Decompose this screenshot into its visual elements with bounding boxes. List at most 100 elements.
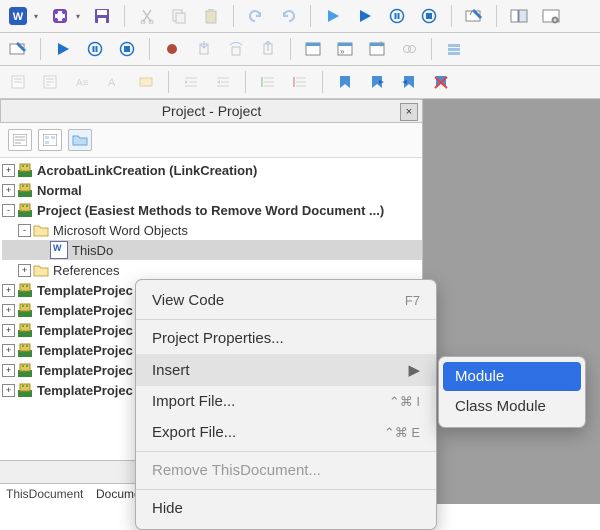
expand-toggle[interactable]: + [2,304,15,317]
expand-toggle[interactable]: + [2,184,15,197]
svg-text:A: A [108,77,116,89]
panel-title-bar: Project - Project × [0,99,422,123]
list-properties-icon[interactable] [6,70,30,94]
view-code-icon[interactable] [8,129,32,151]
dropdown-icon[interactable]: ▾ [34,12,38,21]
clear-bookmarks-icon[interactable] [429,70,453,94]
project-explorer-icon[interactable] [507,4,531,28]
cut-icon [135,4,159,28]
svg-text:»: » [340,47,345,56]
outdent-icon[interactable] [211,70,235,94]
context-menu-item: Remove ThisDocument... [136,455,436,486]
menu-label: Insert [152,362,190,379]
quick-watch-icon[interactable] [397,37,421,61]
tree-label: Project (Easiest Methods to Remove Word … [37,203,384,218]
context-menu-item[interactable]: Project Properties... [136,323,436,354]
view-mode-row [0,123,422,158]
tree-node[interactable]: +Normal [2,180,422,200]
tree-node[interactable]: ThisDo [2,240,422,260]
expand-toggle[interactable]: + [18,264,31,277]
context-menu-item[interactable]: Hide [136,493,436,524]
comment-block-icon[interactable] [256,70,280,94]
document-icon [50,241,68,259]
context-menu-item[interactable]: Export File...⌃⌘ E [136,417,436,448]
toolbar-debug: » ! [0,33,600,66]
redo-icon [276,4,300,28]
menu-label: Remove ThisDocument... [152,462,321,479]
locals-window-icon[interactable] [301,37,325,61]
expand-toggle[interactable]: + [2,164,15,177]
menu-label: Module [455,368,504,385]
context-menu-item[interactable]: Insert ▶ [136,354,436,386]
tree-node[interactable]: - Project (Easiest Methods to Remove Word… [2,200,422,220]
step-into-icon[interactable] [192,37,216,61]
expand-toggle[interactable]: + [2,344,15,357]
tree-label: AcrobatLinkCreation (LinkCreation) [37,163,257,178]
design-mode-icon[interactable] [462,4,486,28]
step-out-icon[interactable] [256,37,280,61]
menu-label: Hide [152,500,183,517]
stop-icon[interactable] [417,4,441,28]
menu-label: View Code [152,292,224,309]
toggle-bookmark-icon[interactable] [333,70,357,94]
run-alt-icon[interactable] [353,4,377,28]
context-menu-item[interactable]: Import File...⌃⌘ I [136,386,436,417]
editor-area [423,99,600,504]
paste-icon [199,4,223,28]
step-over-icon[interactable] [224,37,248,61]
property-type: Docume [96,487,141,501]
uncomment-block-icon[interactable] [288,70,312,94]
expand-toggle[interactable]: + [2,324,15,337]
context-menu-item[interactable]: View CodeF7 [136,285,436,316]
quick-info-icon[interactable]: A≡ [70,70,94,94]
save-icon[interactable] [90,4,114,28]
submenu-item[interactable]: Module [443,362,581,391]
indent-icon[interactable] [179,70,203,94]
menu-label: Import File... [152,393,235,410]
properties-window-icon[interactable] [539,4,563,28]
menu-label: Export File... [152,424,236,441]
tree-label: References [53,263,119,278]
panel-title: Project - Project [162,103,262,119]
tree-label: TemplateProjec [37,383,133,398]
tree-label: ThisDo [72,243,113,258]
parameter-info-icon[interactable]: A [102,70,126,94]
expand-toggle[interactable]: + [2,364,15,377]
immediate-window-icon[interactable]: » [333,37,357,61]
insert-submenu[interactable]: Module Class Module [438,356,586,428]
copy-icon [167,4,191,28]
tree-node[interactable]: -Microsoft Word Objects [2,220,422,240]
tree-node[interactable]: + References [2,260,422,280]
prev-bookmark-icon[interactable] [397,70,421,94]
context-menu[interactable]: View CodeF7Project Properties...Insert▶I… [135,279,437,530]
run-icon[interactable] [321,4,345,28]
dropdown-icon[interactable]: ▾ [76,12,80,21]
submenu-item[interactable]: Class Module [439,391,585,422]
chevron-right-icon: ▶ [408,361,420,379]
tree-label: TemplateProjec [37,343,133,358]
call-stack-icon[interactable] [442,37,466,61]
pause-icon[interactable] [385,4,409,28]
command-icon[interactable] [48,4,72,28]
expand-toggle[interactable]: - [18,224,31,237]
list-constants-icon[interactable] [38,70,62,94]
design-mode-icon[interactable] [6,37,30,61]
close-icon[interactable]: × [400,103,418,121]
view-object-icon[interactable] [38,129,62,151]
toggle-folders-icon[interactable] [68,129,92,151]
run-icon[interactable] [51,37,75,61]
breakpoint-icon[interactable] [160,37,184,61]
expand-toggle[interactable]: + [2,384,15,397]
property-name: ThisDocument [6,487,96,501]
complete-word-icon[interactable] [134,70,158,94]
tree-label: TemplateProjec [37,283,133,298]
undo-icon [244,4,268,28]
expand-toggle[interactable]: + [2,284,15,297]
expand-toggle[interactable]: - [2,204,15,217]
stop-icon[interactable] [115,37,139,61]
tree-node[interactable]: + AcrobatLinkCreation (LinkCreation) [2,160,422,180]
word-app-icon[interactable]: W [6,4,30,28]
watch-window-icon[interactable]: ! [365,37,389,61]
next-bookmark-icon[interactable] [365,70,389,94]
pause-icon[interactable] [83,37,107,61]
